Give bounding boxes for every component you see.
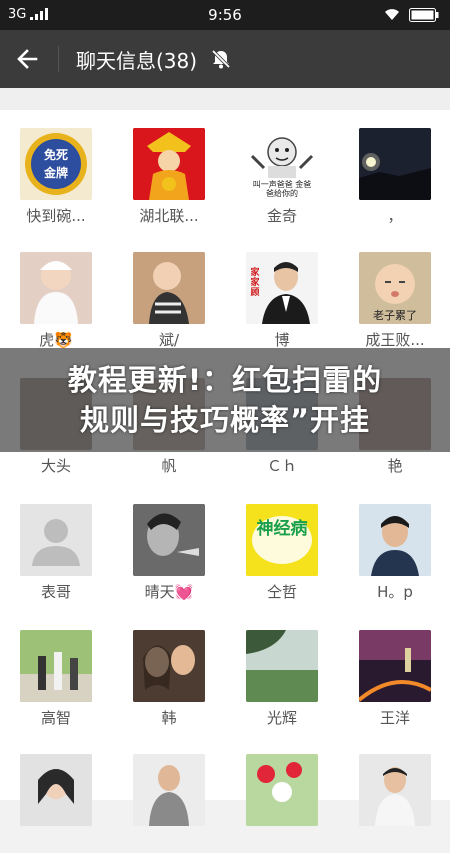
avatar xyxy=(359,754,431,826)
member-name: 快到碗... xyxy=(26,207,86,225)
page-title: 聊天信息(38) xyxy=(76,49,198,73)
member-item[interactable]: 免死 金牌 快到碗... xyxy=(16,128,96,227)
member-item[interactable]: 表哥 xyxy=(16,504,96,603)
member-item[interactable]: 家家顾 博 xyxy=(242,252,322,351)
member-name xyxy=(16,831,96,853)
avatar-caption: 叫一声爸爸 金爸爸给你的 xyxy=(252,180,312,198)
bw-portrait-avatar-image xyxy=(133,504,205,576)
banner-line-2: 规则与技巧概率”开挂 xyxy=(79,403,371,437)
member-name: 王洋 xyxy=(379,709,410,727)
member-name: 表哥 xyxy=(40,583,71,601)
member-name: 艳 xyxy=(387,457,403,475)
member-item[interactable]: 叫一声爸爸 金爸爸给你的 金奇 xyxy=(242,128,322,227)
member-name: 金奇 xyxy=(266,207,297,225)
avatar-sticker-text: 神经病 xyxy=(256,519,308,539)
baby-photo-avatar-image xyxy=(20,252,92,324)
app-bar: 聊天信息(38) xyxy=(0,30,450,88)
flowers-avatar-image xyxy=(246,754,318,826)
avatar xyxy=(246,754,318,826)
member-item[interactable]: ， xyxy=(355,128,435,227)
banner-line-1: 教程更新!：红包扫雷的 xyxy=(67,363,383,397)
gold-medal-avatar-image: 免死 金牌 xyxy=(25,133,87,195)
city-night-avatar-image xyxy=(359,630,431,702)
member-name: 光辉 xyxy=(266,709,297,727)
member-name: 韩 xyxy=(161,709,177,727)
member-item[interactable] xyxy=(242,754,322,853)
member-name: 高智 xyxy=(40,709,71,727)
person-photo-avatar-image xyxy=(359,754,431,826)
landscape-avatar-image xyxy=(246,630,318,702)
member-grid: 免死 金牌 快到碗... 湖北联... 叫一声爸爸 金爸爸给你的 金奇 ， 虎🐯… xyxy=(0,110,450,826)
member-name: 帆 xyxy=(161,457,177,475)
member-item[interactable] xyxy=(355,754,435,853)
promo-banner[interactable]: 教程更新!：红包扫雷的 规则与技巧概率”开挂 xyxy=(0,348,450,452)
member-item[interactable]: 光辉 xyxy=(242,630,322,729)
member-item[interactable]: 虎🐯 xyxy=(16,252,96,351)
member-item[interactable]: 晴天💓 xyxy=(129,504,209,603)
arrow-left-icon[interactable] xyxy=(14,45,42,73)
avatar-caption: 老子累了 xyxy=(373,309,417,322)
avatar: 神经病 xyxy=(246,504,318,576)
member-name: 仝哲 xyxy=(266,583,297,601)
member-item[interactable]: 湖北联... xyxy=(129,128,209,227)
young-man-avatar-image xyxy=(359,504,431,576)
member-item[interactable]: 老子累了 成王败... xyxy=(355,252,435,351)
member-item[interactable]: 神经病 仝哲 xyxy=(242,504,322,603)
member-name: Ｃｈ xyxy=(266,457,297,475)
avatar xyxy=(133,754,205,826)
man-photo-avatar-image xyxy=(133,754,205,826)
member-name: 晴天💓 xyxy=(144,583,194,601)
text-sticker-avatar-image xyxy=(246,504,318,576)
avatar xyxy=(133,252,205,324)
avatar: 家家顾 xyxy=(246,252,318,324)
couple-photo-avatar-image xyxy=(133,630,205,702)
member-item[interactable]: 王洋 xyxy=(355,630,435,729)
avatar xyxy=(359,128,431,200)
woman-photo-avatar-image xyxy=(20,754,92,826)
battery-icon xyxy=(409,8,439,22)
bell-off-icon xyxy=(211,49,231,69)
avatar xyxy=(20,252,92,324)
avatar: 免死 金牌 xyxy=(20,128,92,200)
member-name: ， xyxy=(387,207,403,225)
member-name xyxy=(129,831,209,853)
avatar xyxy=(20,630,92,702)
status-bar: 3G 9:56 xyxy=(0,0,450,30)
member-item[interactable]: 韩 xyxy=(129,630,209,729)
default-user-icon xyxy=(20,504,92,576)
member-item[interactable] xyxy=(16,754,96,853)
night-sky-avatar-image xyxy=(359,128,431,200)
outdoor-group-avatar-image xyxy=(20,630,92,702)
avatar xyxy=(133,630,205,702)
member-item[interactable] xyxy=(129,754,209,853)
avatar: 老子累了 xyxy=(359,252,431,324)
avatar-text-top: 免死 xyxy=(44,147,68,162)
app-bar-divider xyxy=(58,46,59,72)
wifi-icon xyxy=(385,9,399,20)
god-of-wealth-avatar-image xyxy=(133,128,205,200)
section-gap xyxy=(0,88,450,110)
avatar: 叫一声爸爸 金爸爸给你的 xyxy=(246,128,318,200)
member-name: H。p xyxy=(377,583,413,601)
member-item[interactable]: 斌/ xyxy=(129,252,209,351)
avatar xyxy=(20,754,92,826)
member-name xyxy=(242,831,322,853)
banner-text: 教程更新!：红包扫雷的 规则与技巧概率”开挂 xyxy=(68,360,382,440)
toddler-photo-avatar-image xyxy=(133,252,205,324)
avatar xyxy=(246,630,318,702)
member-item[interactable]: H。p xyxy=(355,504,435,603)
member-item[interactable]: 高智 xyxy=(16,630,96,729)
avatar xyxy=(359,504,431,576)
avatar-text-bottom: 金牌 xyxy=(43,165,68,180)
member-name xyxy=(355,831,435,853)
member-name: 湖北联... xyxy=(139,207,199,225)
avatar xyxy=(133,128,205,200)
member-name: 大头 xyxy=(40,457,71,475)
avatar-side-text: 家家顾 xyxy=(250,268,260,298)
avatar xyxy=(20,504,92,576)
avatar xyxy=(133,504,205,576)
avatar xyxy=(359,630,431,702)
